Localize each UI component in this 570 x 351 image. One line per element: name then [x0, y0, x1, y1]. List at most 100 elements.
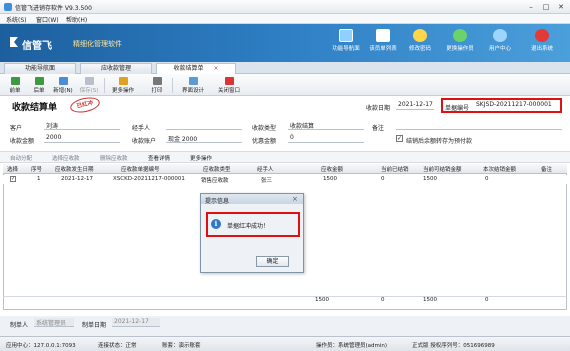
- status-account-set: 账套：演示账套: [162, 343, 201, 349]
- header-banner: 信管飞 精细化管理软件 功能导航面 该员单列表 修改密码 更换操作员 用户中心 …: [0, 24, 570, 62]
- close-window-button[interactable]: ✕: [554, 2, 568, 12]
- more-actions-button[interactable]: 更多操作: [108, 76, 138, 95]
- amount-label: 收款金额: [10, 138, 35, 145]
- minimize-button[interactable]: –: [524, 2, 538, 12]
- tab-function-home[interactable]: 功能导航面: [4, 63, 76, 74]
- col-handler: 经手人: [257, 167, 274, 173]
- message-dialog: 提示信息 × i 单据红冲成功！ 确定: [200, 193, 304, 273]
- customer-field[interactable]: 刘涛: [44, 121, 120, 130]
- maker-label: 制单人: [10, 322, 29, 329]
- customer-label: 客户: [10, 125, 23, 132]
- menu-help[interactable]: 帮助(H): [66, 15, 87, 24]
- row-select-checkbox[interactable]: ✓: [10, 176, 16, 182]
- nav-order-list[interactable]: 该员单列表: [363, 29, 403, 61]
- amount-field[interactable]: 2000: [44, 134, 120, 143]
- nav-user-center[interactable]: 用户中心: [480, 29, 520, 61]
- users-icon: [453, 29, 467, 42]
- prev-doc-button[interactable]: 前单: [4, 76, 26, 95]
- print-button[interactable]: 打印: [146, 76, 168, 95]
- nav-change-password[interactable]: 修改密码: [400, 29, 440, 61]
- carryover-checkbox[interactable]: ✓: [396, 135, 403, 142]
- app-logo-icon: [4, 3, 12, 11]
- dialog-message: 单据红冲成功！: [227, 223, 270, 230]
- new-button[interactable]: 新增(N): [52, 76, 74, 95]
- maker-date-label: 制单日期: [82, 322, 107, 329]
- receipt-date-field[interactable]: 2021-12-17: [396, 101, 434, 110]
- brand-mark-icon: [10, 37, 18, 47]
- tab-receipt-settlement[interactable]: 收款结算单 ×: [156, 63, 236, 74]
- row-this-settle: 0: [485, 176, 489, 182]
- grid-header: 选择 序号 应收款发生日期 应收款单据编号 应收款类型 经手人 应收金额 当前已…: [3, 164, 567, 174]
- menu-system[interactable]: 系统(S): [6, 15, 27, 24]
- key-icon: [413, 29, 427, 42]
- status-server: 应用中心：127.0.0.1:7093: [6, 343, 76, 349]
- more-icon: [118, 77, 128, 85]
- remark-field[interactable]: [396, 121, 562, 130]
- select-receivable-button[interactable]: 选择应收款: [52, 154, 80, 162]
- view-detail-button[interactable]: 查看详情: [148, 154, 170, 162]
- tab-close-icon[interactable]: ×: [213, 65, 218, 72]
- docno-label: 单据编号: [445, 105, 470, 112]
- total-receivable: 1500: [315, 297, 329, 303]
- total-settled: 0: [381, 297, 385, 303]
- grid-more-actions-button[interactable]: 更多操作: [190, 154, 212, 162]
- close-icon: [224, 77, 234, 85]
- row-date: 2021-12-17: [61, 176, 93, 182]
- table-row[interactable]: ✓ 1 2021-12-17 XSCKD-20211217-000001 销售应…: [3, 175, 567, 184]
- maximize-button[interactable]: □: [539, 2, 553, 12]
- status-bar: 应用中心：127.0.0.1:7093 连接状态：正常 账套：演示账套 操作员：…: [0, 336, 570, 351]
- nav-exit-system[interactable]: 退出系统: [522, 29, 562, 61]
- col-type: 应收款类型: [203, 167, 231, 173]
- nav-function-home[interactable]: 功能导航面: [326, 29, 366, 61]
- grid-toolbar: 自动分配 选择应收款 删除应收款 查看详情 更多操作: [0, 151, 570, 163]
- info-icon: i: [211, 219, 221, 229]
- col-docno: 应收款单据编号: [121, 167, 160, 173]
- list-icon: [376, 29, 390, 42]
- window-title: 信管飞进销存软件 V9.3.500: [15, 5, 92, 12]
- dialog-close-icon[interactable]: ×: [292, 195, 298, 203]
- delete-receivable-button[interactable]: 删除应收款: [100, 154, 128, 162]
- toolbar-separator: [172, 78, 173, 93]
- col-receivable: 应收金额: [321, 167, 344, 173]
- maker-field: 系统管理员: [34, 318, 74, 327]
- arrow-left-icon: [10, 77, 20, 85]
- discount-label: 优惠金额: [252, 138, 277, 145]
- docno-field[interactable]: SKJSD-20211217-000001: [474, 101, 558, 110]
- receipt-type-label: 收款类型: [252, 125, 277, 132]
- col-select: 选择: [7, 167, 19, 173]
- tab-receivables[interactable]: 应收款管理: [80, 63, 152, 74]
- total-settleable: 1500: [423, 297, 437, 303]
- save-button[interactable]: 保存(S): [78, 76, 100, 95]
- nav-switch-operator[interactable]: 更换操作员: [440, 29, 480, 61]
- receipt-type-field[interactable]: 收款结算: [288, 121, 364, 130]
- layout-design-button[interactable]: 界面设计: [178, 76, 208, 95]
- close-tab-button[interactable]: 关闭窗口: [214, 76, 244, 95]
- monitor-icon: [339, 29, 353, 42]
- col-remark: 备注: [541, 167, 553, 173]
- dialog-title: 提示信息: [201, 194, 303, 205]
- row-docno: XSCKD-20211217-000001: [113, 176, 185, 182]
- account-field[interactable]: 现金 2000: [166, 134, 242, 143]
- status-operator: 操作员：系统管理员(admin): [316, 343, 388, 349]
- menu-window[interactable]: 窗口(W): [36, 15, 59, 24]
- col-this-settle: 本次结销金额: [483, 167, 517, 173]
- next-doc-button[interactable]: 后单: [28, 76, 50, 95]
- row-settled: 0: [381, 176, 385, 182]
- col-settled: 当前已结销: [381, 167, 409, 173]
- toolbar-separator: [104, 78, 105, 93]
- status-license: 正式版 授权序列号：051696989: [412, 343, 495, 349]
- brand-name: 信管飞: [22, 41, 52, 52]
- auto-allocate-button[interactable]: 自动分配: [10, 154, 32, 162]
- arrow-right-icon: [34, 77, 44, 85]
- title-bar: 信管飞进销存软件 V9.3.500 – □ ✕: [0, 0, 570, 14]
- grid-totals-row: 1500 0 1500 0: [3, 296, 567, 304]
- ok-button[interactable]: 确定: [256, 256, 289, 267]
- menu-bar: 系统(S) 窗口(W) 帮助(H): [0, 14, 570, 24]
- user-icon: [493, 29, 507, 42]
- brand-tagline: 精细化管理软件: [73, 40, 122, 48]
- printer-icon: [152, 77, 162, 85]
- row-handler: 张三: [261, 178, 273, 184]
- discount-field[interactable]: 0: [288, 134, 364, 143]
- col-date: 应收款发生日期: [55, 167, 94, 173]
- handler-field[interactable]: [166, 121, 242, 130]
